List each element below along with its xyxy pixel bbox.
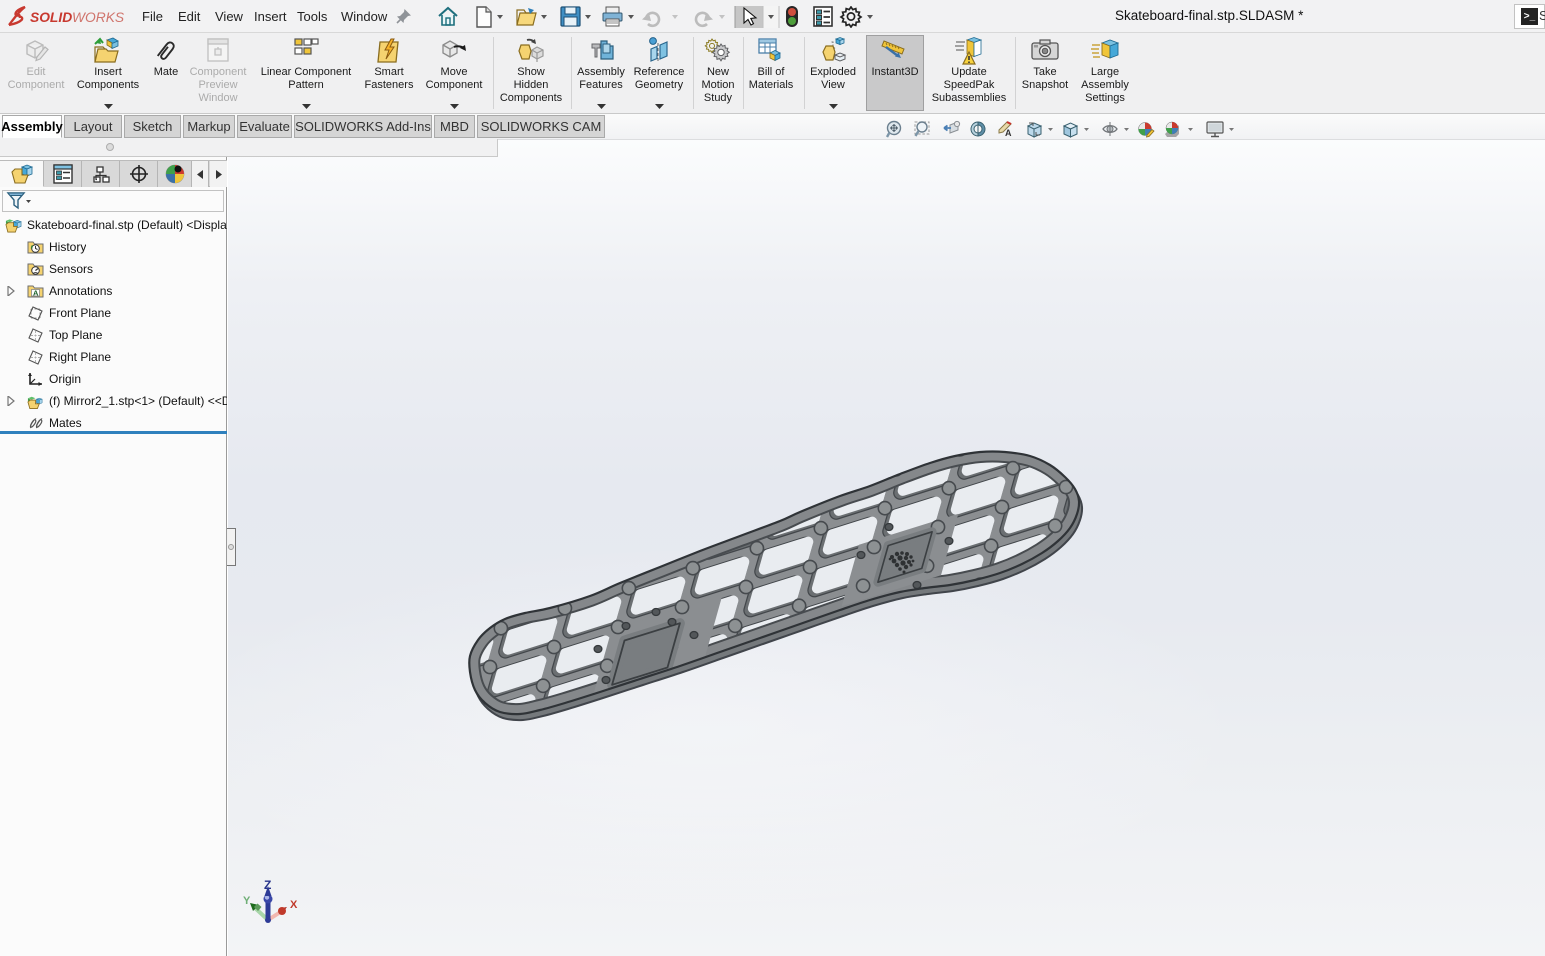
svg-text:X: X [290,899,298,911]
svg-text:A: A [33,288,39,297]
svg-text:WORKS: WORKS [72,10,125,25]
svg-text:Y: Y [243,895,251,907]
svg-text:A: A [1005,128,1012,138]
svg-text:SOLID: SOLID [30,10,72,25]
